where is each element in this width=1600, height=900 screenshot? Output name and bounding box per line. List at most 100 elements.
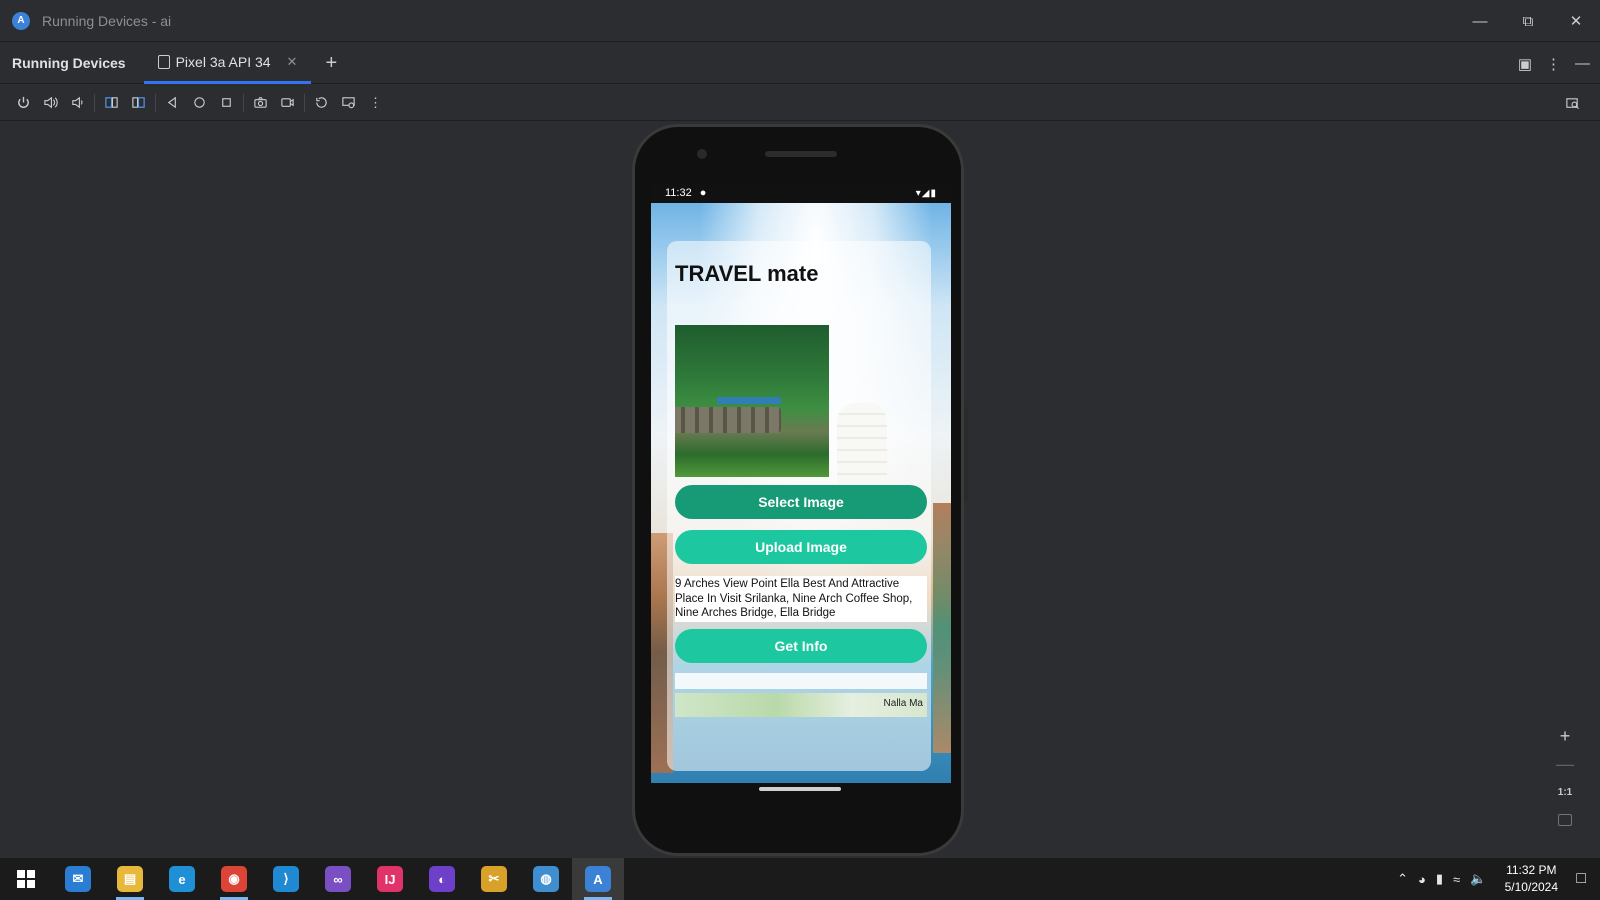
speaker-icon[interactable]: 🔈 [1470, 871, 1486, 887]
window-controls: — ⧉ ✕ [1456, 0, 1600, 42]
android-studio-icon: A [12, 11, 30, 30]
notifications-icon[interactable]: □ [1576, 870, 1586, 888]
prediction-result-text: 9 Arches View Point Ella Best And Attrac… [675, 576, 927, 622]
device-screen[interactable]: 11:32 ● ▾◢▮ TRAVEL mate Select Image Upl… [651, 183, 951, 783]
windows-logo-icon [17, 870, 35, 888]
taskbar-apps: ✉ ▤ e ◉ ⟩ ∞ IJ ◐ ✂ ◍ A [52, 858, 624, 900]
start-button[interactable] [0, 858, 52, 900]
screenshot-icon[interactable] [247, 91, 274, 115]
fit-screen-icon [1558, 814, 1572, 826]
app-tool-icon: ✂ [481, 866, 507, 892]
more-options-icon[interactable]: ⋮ [1546, 55, 1561, 73]
status-time: 11:32 [665, 187, 692, 199]
visual-studio-icon: ∞ [325, 866, 351, 892]
taskbar-app-globe-app[interactable]: ◍ [520, 858, 572, 900]
restore-button[interactable]: ⧉ [1504, 0, 1552, 42]
upload-image-button[interactable]: Upload Image [675, 530, 927, 564]
globe-app-icon: ◍ [533, 866, 559, 892]
status-bar: 11:32 ● ▾◢▮ [651, 183, 951, 203]
github-desktop-icon: ◐ [429, 866, 455, 892]
taskbar-app-github-desktop[interactable]: ◐ [416, 858, 468, 900]
app-title: TRAVEL mate [675, 261, 819, 286]
tab-label: Pixel 3a API 34 [175, 53, 271, 70]
toolbar-separator [94, 93, 95, 112]
device-frame: 11:32 ● ▾◢▮ TRAVEL mate Select Image Upl… [632, 124, 968, 856]
map-preview[interactable]: Nalla Ma [675, 693, 927, 717]
rotate-left-icon[interactable] [98, 91, 125, 115]
background-decor-right [933, 503, 951, 753]
close-button[interactable]: ✕ [1552, 0, 1600, 42]
add-tab-icon[interactable]: + [325, 52, 337, 75]
map-location-label: Nalla Ma [883, 698, 923, 709]
taskbar-app-vscode[interactable]: ⟩ [260, 858, 312, 900]
extended-controls-icon[interactable] [335, 91, 362, 115]
info-output-field [675, 673, 927, 689]
close-tab-icon[interactable]: ✕ [287, 54, 298, 70]
notification-icon: ● [699, 187, 707, 199]
show-hidden-icons[interactable]: ⌃ [1397, 871, 1408, 887]
home-icon[interactable] [186, 91, 213, 115]
hide-panel-icon[interactable]: — [1575, 55, 1590, 72]
taskbar-app-edge[interactable]: e [156, 858, 208, 900]
minimize-button[interactable]: — [1456, 0, 1504, 42]
edge-icon: e [169, 866, 195, 892]
mail-icon: ✉ [65, 866, 91, 892]
taskbar-app-mail[interactable]: ✉ [52, 858, 104, 900]
zoom-out-icon[interactable]: — [1552, 752, 1578, 776]
select-image-button[interactable]: Select Image [675, 485, 927, 519]
taskbar-clock[interactable]: 11:32 PM 5/10/2024 [1496, 862, 1566, 896]
clock-time: 11:32 PM [1506, 863, 1557, 877]
wifi-icon[interactable]: ≈ [1453, 872, 1460, 887]
earpiece-speaker [765, 151, 837, 157]
panel-actions: ▣ ⋮ — [1518, 43, 1590, 84]
taskbar-app-file-explorer[interactable]: ▤ [104, 858, 156, 900]
taskbar-app-android-studio[interactable]: A [572, 858, 624, 900]
zoom-fit-button[interactable] [1552, 808, 1578, 832]
windows-taskbar: ✉ ▤ e ◉ ⟩ ∞ IJ ◐ ✂ ◍ A ⌃ ◕ ▮ ≈ 🔈 11:32 PM 5/10/202… [0, 858, 1600, 900]
selected-image-preview [675, 325, 829, 477]
intellij-icon: IJ [377, 866, 403, 892]
snapshot-icon[interactable] [308, 91, 335, 115]
bridge-graphic [675, 407, 781, 433]
system-tray: ⌃ ◕ ▮ ≈ 🔈 11:32 PM 5/10/2024 □ [1397, 858, 1600, 900]
zoom-controls: + — 1:1 [1552, 724, 1578, 832]
window-title: Running Devices - ai [42, 12, 172, 29]
power-icon[interactable] [10, 91, 37, 115]
volume-down-icon[interactable] [64, 91, 91, 115]
taskbar-app-app-tool[interactable]: ✂ [468, 858, 520, 900]
volume-up-icon[interactable] [37, 91, 64, 115]
zoom-actual-size-button[interactable]: 1:1 [1552, 780, 1578, 804]
file-explorer-icon: ▤ [117, 866, 143, 892]
screen-record-icon[interactable] [274, 91, 301, 115]
zoom-in-icon[interactable]: + [1552, 724, 1578, 748]
panel-title: Running Devices [12, 55, 126, 71]
toolbar-separator [304, 93, 305, 112]
tab-device[interactable]: Pixel 3a API 34 ✕ [143, 43, 312, 84]
rotate-right-icon[interactable] [125, 91, 152, 115]
clock-date: 5/10/2024 [1504, 880, 1559, 894]
toolbar-separator [243, 93, 244, 112]
taskbar-app-intellij[interactable]: IJ [364, 858, 416, 900]
taskbar-app-chrome[interactable]: ◉ [208, 858, 260, 900]
vscode-icon: ⟩ [273, 866, 299, 892]
restore-panel-icon[interactable]: ▣ [1518, 55, 1532, 73]
side-button[interactable] [964, 407, 968, 502]
network-globe-icon[interactable]: ◕ [1418, 872, 1426, 887]
taskbar-app-visual-studio[interactable]: ∞ [312, 858, 364, 900]
gesture-home-bar[interactable] [759, 787, 841, 791]
back-icon[interactable] [159, 91, 186, 115]
more-actions-icon[interactable]: ⋮ [362, 91, 389, 115]
status-icons: ▾◢▮ [915, 187, 937, 199]
device-explorer-icon[interactable] [1559, 91, 1586, 115]
device-icon [157, 54, 170, 69]
android-studio-icon: A [585, 866, 611, 892]
device-toolbar: ⋮ [0, 85, 1600, 121]
chrome-icon: ◉ [221, 866, 247, 892]
window-title-bar: A Running Devices - ai — ⧉ ✕ [0, 0, 1600, 42]
front-camera [697, 149, 707, 159]
tab-row: Running Devices Pixel 3a API 34 ✕ + ▣ ⋮ … [0, 43, 1600, 84]
toolbar-separator [155, 93, 156, 112]
get-info-button[interactable]: Get Info [675, 629, 927, 663]
battery-icon[interactable]: ▮ [1436, 871, 1443, 887]
overview-icon[interactable] [213, 91, 240, 115]
